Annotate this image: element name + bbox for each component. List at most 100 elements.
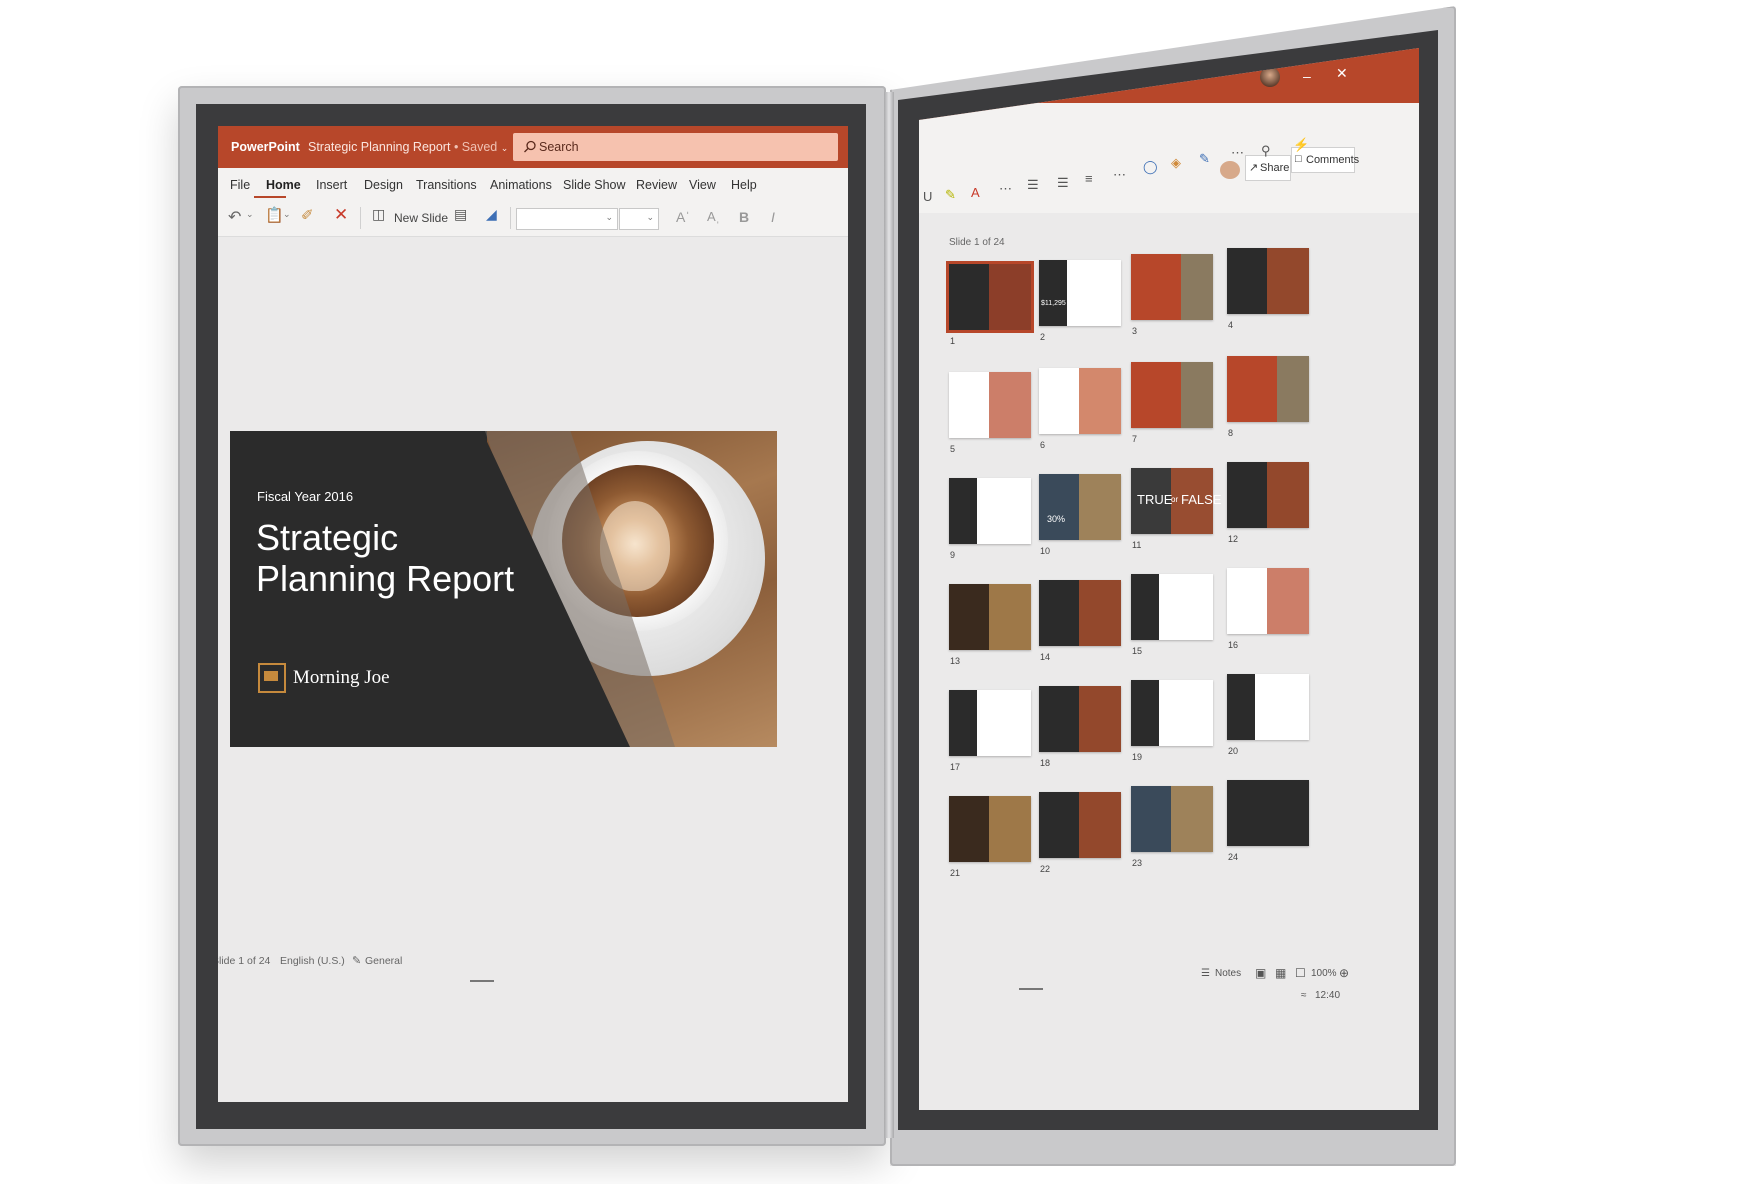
font-color-icon[interactable]: A — [971, 185, 980, 200]
slide-thumbnail[interactable] — [1227, 674, 1309, 740]
more-icon[interactable]: ⋯ — [1113, 167, 1126, 183]
comment-icon: □ — [1295, 153, 1302, 165]
sensitivity-icon: ✎ — [352, 955, 362, 967]
slide-thumbnail[interactable] — [949, 478, 1031, 544]
delete-icon[interactable]: ✕ — [334, 205, 348, 225]
slide-thumbnail[interactable] — [949, 690, 1031, 756]
tab-transitions[interactable]: Transitions — [416, 178, 477, 192]
decrease-font-icon[interactable]: Aˌ — [707, 209, 720, 224]
thumbnail-accent — [989, 264, 1031, 330]
slide-thumbnail[interactable] — [1131, 786, 1213, 852]
slide-thumbnail[interactable] — [1131, 574, 1213, 640]
minimize-icon[interactable]: – — [1303, 68, 1311, 84]
slide-title-line-2: Planning Report — [256, 558, 515, 599]
slide-number: 18 — [1040, 758, 1051, 768]
tab-review[interactable]: Review — [636, 178, 677, 192]
thumbnail-accent — [1039, 260, 1067, 326]
align-icon[interactable]: ≡ — [1085, 171, 1093, 186]
bold-button[interactable]: B — [739, 209, 749, 225]
slide-thumbnail[interactable] — [949, 796, 1031, 862]
slide-thumbnail[interactable] — [1131, 254, 1213, 320]
right-screen: – ✕ ↗ Share □ Comments U ✎ A ⋯ ☰ ☰ ≡ ⋯ ◯… — [919, 48, 1419, 1110]
notes-button[interactable]: Notes — [1215, 968, 1241, 979]
title-bar: PowerPoint Strategic Planning Report • S… — [218, 126, 848, 168]
numbering-icon[interactable]: ☰ — [1057, 175, 1069, 191]
tab-animations[interactable]: Animations — [490, 178, 552, 192]
italic-button[interactable]: I — [771, 209, 775, 225]
slide-thumbnail[interactable] — [1227, 780, 1309, 846]
font-size-dropdown[interactable]: ⌄ — [619, 208, 659, 230]
language-indicator[interactable]: English (U.S.) — [280, 955, 345, 967]
tab-design[interactable]: Design — [364, 178, 403, 192]
ribbon-separator — [510, 207, 511, 229]
tab-file[interactable]: File — [230, 178, 250, 192]
paste-dropdown-icon[interactable]: ⌄ — [283, 209, 291, 220]
underline-icon[interactable]: U — [923, 189, 932, 204]
tab-slide-show[interactable]: Slide Show — [563, 178, 626, 192]
undo-dropdown-icon[interactable]: ⌄ — [246, 209, 254, 220]
format-painter-icon[interactable]: ✐ — [301, 206, 314, 224]
shape-outline-icon[interactable]: ✎ — [1199, 151, 1210, 167]
search-box[interactable]: Search — [513, 133, 838, 161]
thumbnail-accent — [1181, 254, 1213, 320]
ideas-icon[interactable]: ⚡ — [1293, 137, 1309, 153]
zoom-level[interactable]: 100% — [1311, 968, 1337, 979]
slide-thumbnail[interactable] — [1039, 260, 1121, 326]
fit-slide-icon[interactable]: ⊕ — [1339, 966, 1349, 980]
slide-number: 7 — [1132, 434, 1138, 444]
slide-number: 5 — [950, 444, 956, 454]
slide-thumbnail[interactable] — [1039, 792, 1121, 858]
coauthor-avatar[interactable] — [1220, 161, 1240, 179]
slide-thumbnail[interactable] — [1227, 568, 1309, 634]
slide-thumbnail[interactable] — [946, 261, 1034, 333]
highlight-icon[interactable]: ✎ — [945, 187, 956, 203]
paste-icon[interactable]: 📋 — [265, 206, 284, 224]
slide-sorter-view-icon[interactable]: ▦ — [1275, 966, 1286, 980]
thumbnail-accent — [1131, 574, 1159, 640]
thumbnail-accent — [949, 690, 977, 756]
share-icon: ↗ — [1249, 162, 1259, 174]
sensitivity-label[interactable]: General — [365, 955, 402, 967]
more-icon[interactable]: ⋯ — [999, 181, 1012, 197]
reading-view-icon[interactable]: ☐ — [1295, 966, 1306, 980]
slide-thumbnail[interactable] — [1131, 680, 1213, 746]
shapes-icon[interactable]: ◯ — [1143, 159, 1158, 175]
tab-insert[interactable]: Insert — [316, 178, 347, 192]
shape-fill-icon[interactable]: ◈ — [1171, 155, 1181, 171]
new-slide-icon[interactable]: ◫ — [372, 206, 385, 223]
slide-thumbnail[interactable] — [1131, 362, 1213, 428]
current-slide[interactable]: Fiscal Year 2016 Strategic Planning Repo… — [230, 431, 777, 747]
layout-icon[interactable]: ▤ — [454, 206, 467, 223]
slide-thumbnail[interactable] — [949, 584, 1031, 650]
notes-icon[interactable]: ☰ — [1201, 968, 1210, 979]
drag-handle[interactable] — [1019, 988, 1043, 990]
slide-thumbnail[interactable] — [1227, 462, 1309, 528]
coffee-logo-icon — [258, 663, 286, 693]
undo-icon[interactable]: ↶ — [228, 207, 241, 227]
slide-thumbnail[interactable] — [1039, 368, 1121, 434]
slide-thumbnail[interactable] — [1039, 474, 1121, 540]
search-icon[interactable]: ⚲ — [1261, 143, 1271, 159]
new-slide-button[interactable]: New Slide — [394, 211, 448, 225]
font-family-dropdown[interactable]: ⌄ — [516, 208, 618, 230]
tab-home[interactable]: Home — [266, 178, 301, 192]
tab-help[interactable]: Help — [731, 178, 757, 192]
tab-view[interactable]: View — [689, 178, 716, 192]
right-status-bar: ☰ Notes ▣ ▦ ☐ 100% ⊕ ≈ 12:40 — [919, 966, 1419, 1028]
slide-thumbnail[interactable] — [1039, 580, 1121, 646]
bullets-icon[interactable]: ☰ — [1027, 177, 1039, 193]
increase-font-icon[interactable]: Aˈ — [676, 209, 690, 225]
slide-background-icon[interactable]: ◢ — [486, 206, 497, 223]
normal-view-icon[interactable]: ▣ — [1255, 966, 1266, 980]
slide-thumbnail[interactable] — [1227, 248, 1309, 314]
slide-thumbnail[interactable] — [949, 372, 1031, 438]
status-bar: Slide 1 of 24 English (U.S.) ✎ General — [218, 950, 848, 972]
slide-sorter-count: Slide 1 of 24 — [949, 237, 1005, 248]
close-icon[interactable]: ✕ — [1336, 65, 1348, 82]
slide-thumbnail[interactable] — [1039, 686, 1121, 752]
slide-thumbnail[interactable] — [1227, 356, 1309, 422]
drag-handle[interactable] — [470, 980, 494, 982]
more-icon[interactable]: ⋯ — [1231, 145, 1244, 161]
document-title[interactable]: Strategic Planning Report • Saved ⌄ — [308, 140, 508, 154]
slide-number: 14 — [1040, 652, 1051, 662]
